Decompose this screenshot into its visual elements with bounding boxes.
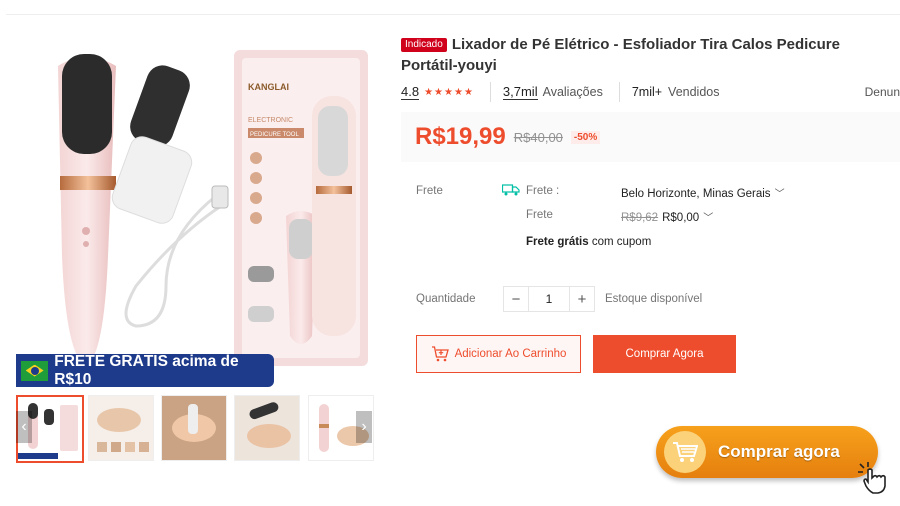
original-price: R$40,00 bbox=[513, 129, 563, 145]
thumbnail-2[interactable] bbox=[88, 395, 154, 461]
current-price: R$19,99 bbox=[415, 123, 506, 150]
quantity-stepper: − 1 + bbox=[503, 286, 595, 312]
quantity-label: Quantidade bbox=[416, 293, 476, 305]
box-line1: ELECTRONIC bbox=[248, 117, 293, 124]
free-shipping-banner: FRETE GRÁTIS acima de R$10 bbox=[16, 352, 274, 388]
shipping-label: Frete bbox=[416, 185, 443, 197]
shipping-destination[interactable]: Belo Horizonte, Minas Gerais ﹀ bbox=[621, 185, 785, 200]
cart-icon bbox=[431, 346, 449, 362]
shipping-current-cost: R$0,00 bbox=[662, 212, 700, 224]
product-title: Indicado Lixador de Pé Elétrico - Esfolia… bbox=[401, 34, 897, 76]
add-to-cart-label: Adicionar Ao Carrinho bbox=[454, 348, 567, 360]
hand-pointer-icon bbox=[858, 462, 886, 494]
thumbnail-3[interactable] bbox=[161, 395, 227, 461]
banner-text: FRETE GRÁTIS acima de R$10 bbox=[54, 352, 239, 388]
increase-button[interactable]: + bbox=[570, 287, 594, 311]
chevron-down-icon: ﹀ bbox=[703, 213, 714, 224]
divider bbox=[489, 82, 491, 102]
product-illustration: KANGLAI ELECTRONIC PEDICURE TOOL bbox=[58, 50, 368, 366]
free-shipping-note: Frete grátis com cupom bbox=[526, 236, 651, 248]
cta-buy-button[interactable]: Comprar agora bbox=[656, 426, 878, 478]
thumbnail-next-arrow[interactable]: › bbox=[356, 411, 372, 443]
reviews-count[interactable]: 3,7mil bbox=[502, 84, 538, 100]
discount-badge: -50% bbox=[570, 130, 601, 144]
divider bbox=[618, 82, 620, 102]
rating-value[interactable]: 4.8 bbox=[401, 84, 420, 100]
recommended-badge: Indicado bbox=[401, 38, 447, 52]
buy-now-label: Comprar Agora bbox=[625, 348, 704, 360]
main-product-image[interactable]: KANGLAI ELECTRONIC PEDICURE TOOL bbox=[16, 36, 372, 386]
add-to-cart-button[interactable]: Adicionar Ao Carrinho bbox=[416, 335, 581, 373]
box-brand: KANGLAI bbox=[248, 82, 289, 92]
truck-icon bbox=[502, 184, 520, 196]
reviews-label: Avaliações bbox=[542, 85, 603, 99]
thumbnail-4[interactable] bbox=[234, 395, 300, 461]
thumbnail-strip: ‹ › bbox=[16, 393, 374, 463]
chevron-down-icon: ﹀ bbox=[774, 189, 785, 200]
stock-status: Estoque disponível bbox=[605, 293, 703, 305]
shipping-to-label: Frete : bbox=[526, 185, 560, 197]
price-box: R$19,99 R$40,00 -50% bbox=[401, 112, 900, 162]
cta-label: Comprar agora bbox=[718, 442, 840, 461]
shopping-cart-icon bbox=[664, 431, 706, 473]
shipping-cost[interactable]: R$9,62 R$0,00 ﹀ bbox=[621, 209, 713, 224]
buy-now-button[interactable]: Comprar Agora bbox=[593, 335, 736, 373]
shipping-original-cost: R$9,62 bbox=[621, 212, 659, 224]
sold-label: Vendidos bbox=[668, 85, 720, 99]
free-shipping-rest: com cupom bbox=[591, 236, 652, 248]
rating-stars-icon: ★★★★★ bbox=[424, 86, 474, 98]
thumbnail-prev-arrow[interactable]: ‹ bbox=[16, 411, 32, 443]
product-page: KANGLAI ELECTRONIC PEDICURE TOOL FRETE G… bbox=[0, 0, 900, 506]
quantity-input[interactable]: 1 bbox=[528, 287, 570, 311]
decrease-button[interactable]: − bbox=[504, 287, 528, 311]
box-line2: PEDICURE TOOL bbox=[250, 132, 299, 138]
sold-count: 7mil+ bbox=[631, 85, 663, 99]
report-link[interactable]: Denun bbox=[865, 85, 900, 99]
destination-text: Belo Horizonte, Minas Gerais bbox=[621, 188, 771, 200]
free-shipping-bold: Frete grátis bbox=[526, 236, 589, 248]
brazil-flag-icon bbox=[21, 360, 49, 381]
product-stats: 4.8 ★★★★★ 3,7mil Avaliações 7mil+ Vendid… bbox=[401, 82, 900, 102]
product-title-text: Lixador de Pé Elétrico - Esfoliador Tira… bbox=[401, 36, 840, 74]
shipping-cost-label: Frete bbox=[526, 209, 553, 221]
